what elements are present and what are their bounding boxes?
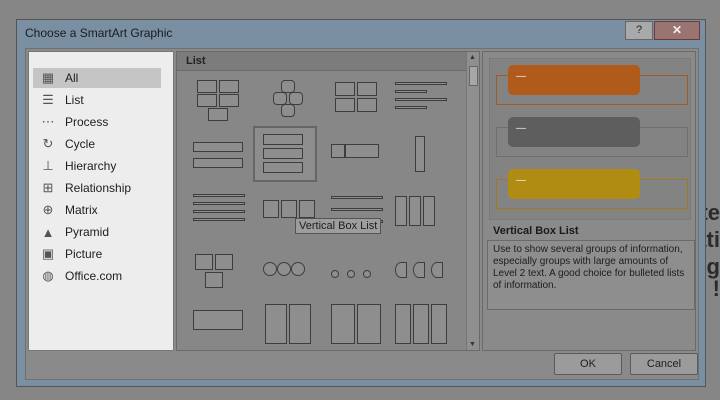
layout-thumbnail-hexagon-cluster[interactable] [261, 76, 321, 128]
preview-text-2: — [516, 123, 526, 134]
category-label: Matrix [65, 203, 98, 217]
layout-gallery: List ▲ ▼ Vertical Box List [176, 51, 480, 351]
ok-button[interactable]: OK [554, 353, 622, 375]
scroll-thumb[interactable] [469, 66, 478, 86]
close-button[interactable]: ✕ [654, 21, 700, 40]
preview-description: Use to show several groups of informatio… [487, 240, 695, 310]
category-label: Pyramid [65, 225, 110, 239]
layout-thumbnail-basic-block-list[interactable] [189, 76, 249, 128]
layout-thumbnail-horizontal-list[interactable] [327, 132, 387, 184]
layout-tooltip: Vertical Box List [295, 218, 382, 234]
layout-thumbnail-picture-caption-list[interactable] [189, 248, 249, 300]
layout-thumbnail-segmented-list[interactable] [189, 306, 249, 350]
layout-thumbnail-dot-list[interactable] [327, 248, 387, 300]
preview-pane: — — — Vertical Box List Use to show seve… [482, 51, 696, 351]
preview-text-3: — [516, 175, 526, 186]
preview-text-1: — [516, 71, 526, 82]
layout-thumbnail-table-list[interactable] [189, 188, 249, 240]
category-label: List [65, 93, 84, 107]
category-label: Relationship [65, 181, 132, 195]
category-matrix[interactable]: ⊕ Matrix [33, 200, 161, 220]
category-relationship[interactable]: ⊞ Relationship [33, 178, 161, 198]
all-icon: ▦ [41, 70, 55, 85]
category-process[interactable]: ⋯ Process [33, 112, 161, 132]
layout-thumbnail-circle-list[interactable] [261, 248, 321, 300]
category-label: Process [65, 115, 109, 129]
category-cycle[interactable]: ↻ Cycle [33, 134, 161, 154]
category-hierarchy[interactable]: ⊥ Hierarchy [33, 156, 161, 176]
pyramid-icon: ▲ [41, 224, 55, 240]
category-label: Hierarchy [65, 159, 117, 173]
matrix-icon: ⊕ [42, 202, 54, 217]
layout-thumbnail-column-list[interactable] [327, 300, 387, 350]
process-icon: ⋯ [41, 114, 55, 129]
list-icon: ☰ [42, 92, 54, 107]
gallery-heading: List [177, 52, 476, 71]
globe-icon: ◍ [42, 268, 54, 283]
category-label: Office.com [65, 269, 123, 283]
layout-thumbnail-tab-list[interactable] [391, 188, 451, 240]
layout-thumbnail-vertical-box-list[interactable] [253, 126, 317, 182]
cancel-button[interactable]: Cancel [630, 353, 698, 375]
scroll-up-icon[interactable]: ▲ [469, 54, 476, 61]
category-picture[interactable]: ▣ Picture [33, 244, 161, 264]
cycle-icon: ↻ [42, 136, 54, 151]
preview-bar-1 [508, 65, 640, 95]
preview-canvas: — — — [489, 58, 691, 220]
dialog-title: Choose a SmartArt Graphic [25, 26, 173, 40]
category-label: All [65, 71, 79, 85]
relationship-icon: ⊞ [42, 180, 54, 195]
preview-bar-3 [508, 169, 640, 199]
category-list: ▦ All ☰ List ⋯ Process ↻ Cycle ⊥ Hierarc… [28, 51, 174, 351]
layout-thumbnail-vertical-bullet-list[interactable] [189, 132, 249, 184]
preview-title: Vertical Box List [493, 225, 579, 237]
background-text: ! [712, 276, 720, 301]
layout-thumbnail-framed-list[interactable] [391, 300, 451, 350]
gallery-scrollbar[interactable]: ▲ ▼ [466, 52, 479, 350]
layout-thumbnail-stacked-list[interactable] [391, 132, 451, 184]
category-office-com[interactable]: ◍ Office.com [33, 266, 161, 286]
category-label: Picture [65, 247, 103, 261]
picture-icon: ▣ [41, 246, 55, 261]
layout-thumbnail-lined-list[interactable] [391, 76, 451, 128]
layout-thumbnail-half-circle-list[interactable] [391, 248, 451, 300]
scroll-down-icon[interactable]: ▼ [469, 341, 476, 348]
layout-thumbnail-grouped-list[interactable] [327, 76, 387, 128]
category-all[interactable]: ▦ All [33, 68, 161, 88]
category-list-item[interactable]: ☰ List [33, 90, 161, 110]
preview-bar-2 [508, 117, 640, 147]
dialog-body: ▦ All ☰ List ⋯ Process ↻ Cycle ⊥ Hierarc… [25, 48, 699, 380]
smartart-dialog: Choose a SmartArt Graphic ? ✕ ▦ All ☰ Li… [16, 19, 706, 387]
category-label: Cycle [65, 137, 96, 151]
layout-thumbnail-box-grid[interactable] [261, 300, 321, 350]
title-bar[interactable]: Choose a SmartArt Graphic ? ✕ [17, 20, 705, 46]
category-pyramid[interactable]: ▲ Pyramid [33, 222, 161, 242]
hierarchy-icon: ⊥ [42, 158, 54, 173]
help-button[interactable]: ? [625, 21, 653, 40]
